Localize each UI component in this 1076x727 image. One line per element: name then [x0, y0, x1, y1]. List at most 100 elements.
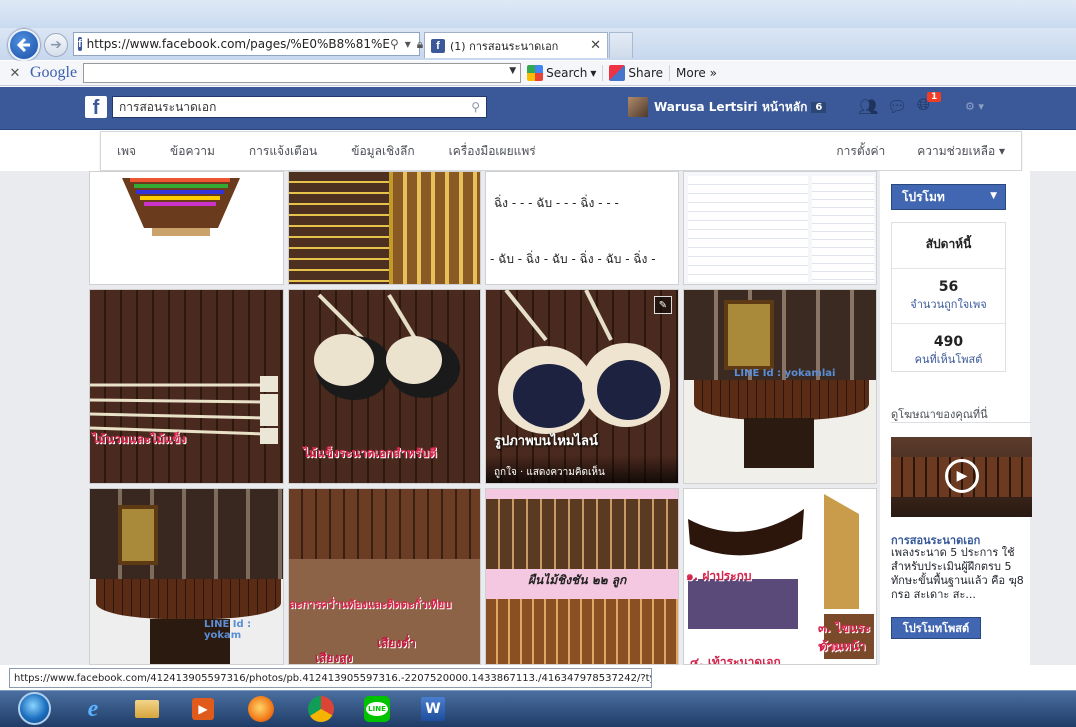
tab-insights[interactable]: ข้อมูลเชิงลึก	[351, 142, 414, 161]
document-screenshot	[812, 176, 874, 282]
photo-label: ไม้นวมและไม้แข็ง	[92, 432, 187, 446]
photo-label: ๑. ฝาประกบ	[686, 569, 752, 583]
views-stat[interactable]: 490 คนที่เห็นโพสต์	[892, 324, 1005, 378]
photo-label: เสียงต่ำ	[377, 636, 416, 650]
google-toolbar: ✕ Google ▼ Search ▾ Share More »	[0, 61, 1076, 86]
watermark-label: LINE Id : yokamlai	[734, 368, 836, 379]
boost-post-button[interactable]: โปรโมทโพสต์	[891, 617, 981, 639]
photo-label: ๔. เท้าระนาดเอก	[690, 655, 781, 665]
help-link[interactable]: ความช่วยเหลือ ▾	[917, 142, 1005, 161]
ad-preview-heading[interactable]: ดูโฆษณาของคุณที่นี่	[891, 405, 988, 423]
like-comment-actions[interactable]: ถูกใจ · แสดงความคิดเห็น	[486, 455, 678, 483]
photo-label: เสียงสูง	[315, 651, 353, 665]
caret-down-icon: ▼	[990, 191, 997, 201]
ranat-stand	[744, 418, 814, 468]
play-icon[interactable]: ▶	[945, 459, 979, 493]
ranat-bowl-illustration	[122, 178, 240, 236]
close-toolbar-icon[interactable]: ✕	[0, 66, 30, 81]
home-label: หน้าหลัก	[762, 100, 808, 114]
back-button[interactable]	[8, 29, 40, 61]
user-name: Warusa Lertsiri	[654, 100, 758, 114]
photo-tile[interactable]: ฉิ่ง - - - ฉับ - - - ฉิ่ง - - - - ฉับ - …	[485, 171, 679, 285]
explorer-icon[interactable]	[130, 694, 164, 724]
share-button[interactable]: Share	[603, 65, 671, 81]
promote-label: โปรโมท	[902, 189, 945, 204]
photo-tile[interactable]: ไม้นวมและไม้แข็ง	[89, 289, 284, 484]
media-player-icon[interactable]: ▶	[186, 694, 220, 724]
photo-tile-selected[interactable]: ✎ รูปภาพบนไหมไลน์ ถูกใจ · แสดงความคิดเห็…	[485, 289, 679, 484]
home-count-badge: 6	[811, 102, 827, 113]
google-search-input[interactable]: ▼	[83, 63, 522, 83]
facebook-favicon-icon: f	[431, 38, 445, 53]
ad-video-thumbnail[interactable]: ▶	[891, 437, 1032, 517]
ranat-keys-image	[289, 489, 480, 559]
dropdown-icon[interactable]: ▼	[509, 66, 516, 76]
photo-tile[interactable]: ๑. ฝาประกบ ๓. ไขนระนาด ด้านหน้า ๔. เท้าร…	[683, 488, 877, 665]
notation-row: ฉิ่ง - - - ฉับ - - - ฉิ่ง - - -	[494, 196, 619, 210]
likes-stat[interactable]: 56 จำนวนถูกใจเพจ	[892, 269, 1005, 324]
search-icon[interactable]: ⚲	[390, 37, 399, 52]
settings-menu-icon[interactable]: ⚙︎ ▾	[965, 100, 984, 113]
photo-label: ด้านหน้า	[820, 639, 866, 653]
ranat-keys-image	[486, 599, 678, 664]
promote-button[interactable]: โปรโมท ▼	[891, 184, 1006, 210]
lock-icon: 🔒︎	[416, 36, 424, 51]
document-screenshot	[688, 176, 808, 282]
more-button[interactable]: More »	[670, 66, 723, 80]
home-link[interactable]: หน้าหลัก 6	[762, 98, 827, 117]
arrow-left-icon	[16, 37, 30, 53]
line-icon[interactable]: LINE	[360, 694, 394, 724]
new-tab-button[interactable]	[609, 32, 633, 58]
start-button-icon[interactable]	[18, 692, 51, 725]
photo-tile[interactable]: LINE Id : yokam	[89, 488, 284, 665]
settings-link[interactable]: การตั้งค่า	[836, 142, 885, 161]
weekly-stats: สัปดาห์นี้ 56 จำนวนถูกใจเพจ 490 คนที่เห็…	[891, 222, 1006, 372]
google-search-icon	[527, 65, 544, 81]
wall-background	[684, 290, 876, 380]
photo-label: ผืนไม้ชิงชัน ๒๒ ลูก	[528, 573, 627, 587]
status-bar: https://www.facebook.com/412413905597316…	[9, 668, 652, 688]
photo-label: ละการคว่ำนท้องและติดตะกั่วเทียบ	[289, 598, 452, 611]
likes-count: 56	[938, 279, 959, 295]
framed-picture	[724, 300, 774, 370]
tab-notifications[interactable]: การแจ้งเตือน	[249, 142, 317, 161]
ie-icon[interactable]: e	[76, 694, 110, 724]
lesson-notes-image	[289, 172, 389, 284]
profile-link[interactable]: Warusa Lertsiri	[628, 96, 758, 118]
forward-button[interactable]: ➔	[44, 33, 68, 57]
tab-facebook[interactable]: f (1) การสอนระนาดเอก ✕	[424, 32, 608, 58]
friend-requests-icon[interactable]: 👥︎	[858, 97, 878, 116]
address-bar[interactable]: f https://www.facebook.com/pages/%E0%B8%…	[73, 32, 439, 56]
tab-page[interactable]: เพจ	[117, 142, 136, 161]
notification-badge: 1	[927, 92, 942, 102]
close-icon[interactable]: ✕	[590, 38, 601, 53]
views-count: 490	[933, 334, 964, 350]
photo-tile[interactable]	[288, 171, 481, 285]
chrome-icon[interactable]	[304, 694, 338, 724]
tab-title: (1) การสอนระนาดเอก	[450, 39, 559, 53]
messages-icon[interactable]: 💬︎	[887, 97, 907, 116]
google-search-button[interactable]: Search ▾	[521, 65, 604, 81]
dropdown-icon[interactable]: ▾	[405, 37, 411, 52]
window-titlebar	[0, 0, 1076, 28]
edit-pencil-icon[interactable]: ✎	[654, 296, 672, 314]
ranat-body	[694, 380, 869, 420]
tab-publishing-tools[interactable]: เครื่องมือเผยแพร่	[449, 142, 536, 161]
photo-tile[interactable]: ละการคว่ำนท้องและติดตะกั่วเทียบ เสียงต่ำ…	[288, 488, 481, 665]
facebook-search-input[interactable]: การสอนระนาดเอก ⚲	[112, 96, 487, 118]
watermark-label: LINE Id : yokam	[204, 619, 252, 641]
firefox-icon[interactable]	[244, 694, 278, 724]
search-icon[interactable]: ⚲	[471, 100, 480, 114]
photo-tile[interactable]	[89, 171, 284, 285]
word-icon[interactable]: W	[416, 694, 450, 724]
photo-tile[interactable]: LINE Id : yokamlai	[683, 289, 877, 484]
facebook-logo-icon[interactable]: f	[85, 96, 107, 118]
photo-tile[interactable]	[683, 171, 877, 285]
avatar	[628, 97, 648, 117]
photo-tile[interactable]: ผืนไม้ชิงชัน ๒๒ ลูก	[485, 488, 679, 665]
photo-label: ไม้แข็งระนาดเอกสำหรับตี	[303, 446, 437, 460]
ranat-keys-image	[486, 499, 678, 569]
photo-caption: รูปภาพบนไหมไลน์	[494, 434, 598, 449]
photo-tile[interactable]: ไม้แข็งระนาดเอกสำหรับตี	[288, 289, 481, 484]
tab-messages[interactable]: ข้อความ	[170, 142, 215, 161]
